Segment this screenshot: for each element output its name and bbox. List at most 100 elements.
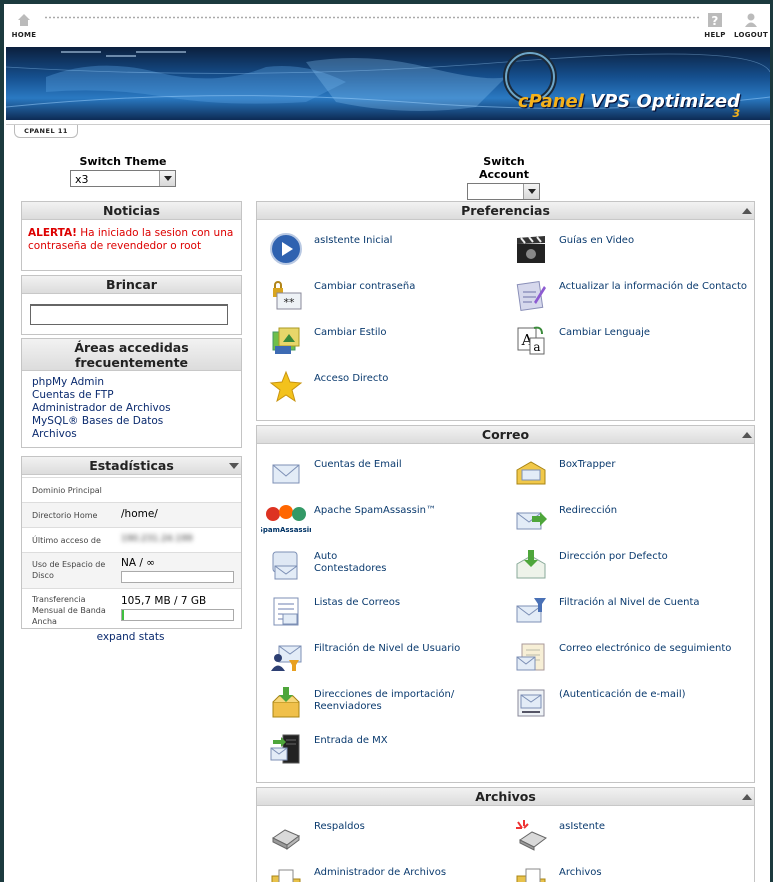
item-default-address[interactable]: Dirección por Defecto: [514, 548, 754, 588]
svg-text:?: ?: [711, 14, 718, 28]
disk-usage-bar: [121, 571, 234, 583]
collapse-arrow-icon[interactable]: [229, 463, 239, 469]
cpanel-version-tab: CPANEL 11: [14, 125, 78, 138]
item-forwarders[interactable]: Redirección: [514, 502, 754, 542]
lock-password-icon: **: [273, 281, 302, 310]
item-account-level-filtering[interactable]: Filtración al Nivel de Cuenta: [514, 594, 754, 634]
switch-theme: Switch Theme x3: [70, 155, 176, 187]
frequent-areas-list: phpMy Admin Cuentas de FTP Administrador…: [32, 376, 171, 441]
item-change-language[interactable]: Aa Cambiar Lenguaje: [514, 324, 754, 364]
item-change-style[interactable]: Cambiar Estilo: [269, 324, 509, 364]
item-video-tutorials[interactable]: Guías en Video: [514, 232, 754, 272]
svg-text:SpamAssassin: SpamAssassin: [261, 526, 311, 534]
item-boxtrapper[interactable]: BoxTrapper: [514, 456, 754, 496]
top-divider: [44, 16, 699, 19]
stats-title: Estadísticas: [22, 457, 241, 475]
logo-version: 3: [732, 107, 740, 120]
help-label: HELP: [704, 31, 726, 39]
item-change-password[interactable]: ** Cambiar contraseña: [269, 278, 509, 318]
star-icon: [269, 370, 303, 403]
play-icon: [270, 233, 302, 265]
jump-title: Brincar: [22, 276, 241, 294]
svg-text:**: **: [284, 296, 296, 309]
home-button[interactable]: HOME: [4, 12, 44, 39]
stat-row-bandwidth: Transferencia Mensual de Banda Ancha 105…: [22, 588, 241, 629]
files-title: Archivos: [257, 788, 754, 806]
mail-title: Correo: [257, 426, 754, 444]
item-mailing-lists[interactable]: Listas de Correos: [269, 594, 509, 634]
help-button[interactable]: ? HELP: [695, 12, 735, 39]
folder-icon: [271, 869, 301, 882]
filter-mail-icon: [516, 598, 546, 623]
logout-button[interactable]: LOGOUT: [731, 12, 770, 39]
home-icon: [18, 14, 30, 26]
jump-panel: Brincar: [21, 275, 242, 335]
item-getting-started-wizard[interactable]: asIstente Inicial: [269, 232, 509, 272]
switch-account-label: Switch Account: [478, 155, 530, 181]
news-panel: Noticias ALERTA! Ha iniciado la sesion c…: [21, 201, 242, 271]
link-mysql-databases[interactable]: MySQL® Bases de Datos: [32, 415, 171, 428]
contact-form-icon: [516, 281, 546, 311]
news-title: Noticias: [22, 202, 241, 220]
cpanel-logo: cPanel VPS Optimized: [517, 91, 740, 112]
item-backups[interactable]: Respaldos: [269, 818, 509, 858]
mail-section: Correo Cuentas de Email BoxTrapper SpamA…: [256, 425, 755, 783]
stats-panel: Estadísticas Dominio Principal Directori…: [21, 456, 242, 629]
top-bar: HOME ? HELP LOGOUT: [4, 4, 770, 44]
help-icon: ?: [708, 13, 722, 28]
link-phpmyadmin[interactable]: phpMy Admin: [32, 376, 171, 389]
item-spamassassin[interactable]: SpamAssassin Apache SpamAssassin™: [261, 502, 501, 542]
tracking-doc-icon: [516, 643, 545, 671]
server-icon: [270, 734, 300, 764]
envelope-icon: [272, 464, 300, 484]
switch-theme-label: Switch Theme: [79, 155, 167, 168]
svg-text:a: a: [533, 340, 540, 354]
expand-stats-link[interactable]: expand stats: [21, 631, 240, 644]
bandwidth-fill: [122, 610, 124, 620]
forward-mail-icon: [516, 512, 547, 530]
item-autoresponders[interactable]: Auto Contestadores: [269, 548, 509, 588]
spamassassin-logo-icon: SpamAssassin: [261, 505, 311, 534]
bandwidth-bar: [121, 609, 234, 621]
item-update-contact-info[interactable]: Actualizar la información de Contacto: [514, 278, 754, 318]
switch-account-select[interactable]: [467, 183, 540, 200]
news-alert: ALERTA! Ha iniciado la sesion con una co…: [28, 227, 234, 252]
chevron-down-icon: [159, 171, 175, 186]
item-archives[interactable]: Archivos: [514, 864, 754, 882]
item-mx-entry[interactable]: Entrada de MX: [269, 732, 509, 772]
frequent-areas-panel: Áreas accedidas frecuentemente phpMy Adm…: [21, 338, 242, 448]
switch-theme-select[interactable]: x3: [70, 170, 176, 187]
item-email-tracking[interactable]: Correo electrónico de seguimiento: [514, 640, 754, 680]
preferences-section: Preferencias asIstente Inicial Guías en …: [256, 201, 755, 421]
collapse-arrow-icon[interactable]: [742, 794, 752, 800]
wizard-drive-icon: [516, 820, 547, 851]
stat-row-domain: Dominio Principal: [22, 477, 241, 502]
sub-bar: [6, 124, 770, 139]
default-mail-icon: [516, 550, 546, 579]
link-ftp-accounts[interactable]: Cuentas de FTP: [32, 389, 171, 402]
item-file-manager[interactable]: Administrador de Archivos: [269, 864, 509, 882]
collapse-arrow-icon[interactable]: [742, 432, 752, 438]
item-user-level-filtering[interactable]: Filtración de Nivel de Usuario: [269, 640, 509, 680]
item-shortcuts[interactable]: Acceso Directo: [269, 370, 509, 410]
files-section: Archivos Respaldos asIstente Administrad…: [256, 787, 755, 882]
item-backup-wizard[interactable]: asIstente: [514, 818, 754, 858]
language-letters-icon: Aa: [517, 326, 545, 355]
chevron-down-icon: [523, 184, 539, 199]
link-archives[interactable]: Archivos: [32, 428, 171, 441]
item-email-authentication[interactable]: (Autenticación de e-mail): [514, 686, 754, 726]
list-icon: [273, 597, 299, 626]
item-email-accounts[interactable]: Cuentas de Email: [269, 456, 509, 496]
clapperboard-icon: [517, 236, 545, 263]
autoresponder-icon: [272, 551, 298, 580]
backup-drive-icon: [272, 829, 300, 850]
stat-row-disk: Uso de Espacio de Disco NA / ∞: [22, 552, 241, 588]
style-picture-icon: [272, 327, 300, 354]
import-box-icon: [272, 687, 300, 718]
home-label: HOME: [11, 31, 37, 39]
collapse-arrow-icon[interactable]: [742, 208, 752, 214]
item-import-forwarders[interactable]: Direcciones de importación/ Reenviadores: [269, 686, 509, 726]
jump-input[interactable]: [30, 304, 228, 325]
link-file-manager[interactable]: Administrador de Archivos: [32, 402, 171, 415]
authentication-icon: [517, 689, 545, 717]
